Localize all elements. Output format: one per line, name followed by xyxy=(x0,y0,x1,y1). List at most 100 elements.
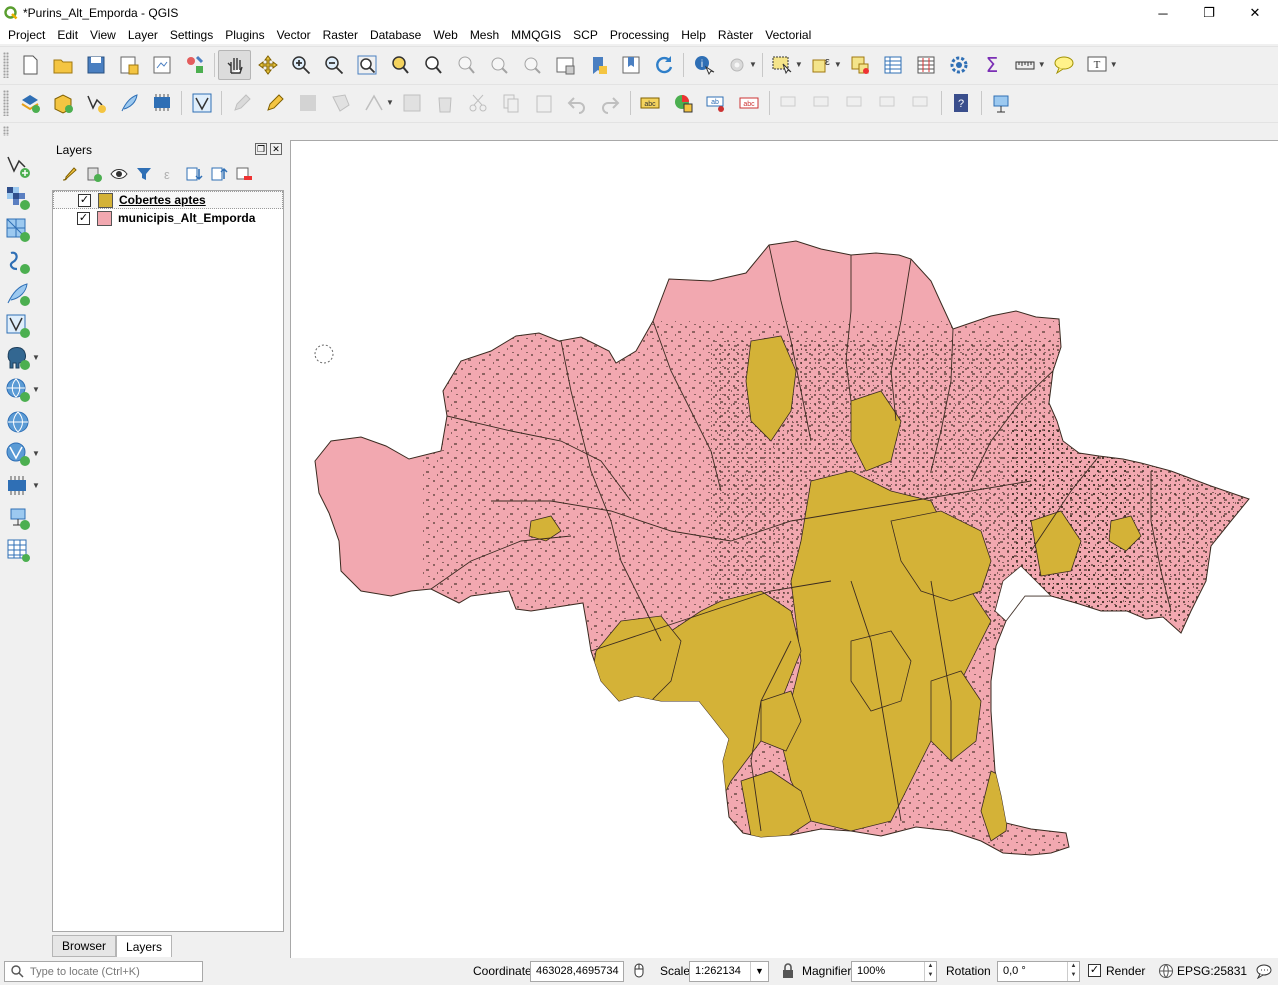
add-postgis-button[interactable]: ▼ xyxy=(0,342,40,374)
chevron-down-icon[interactable]: ▼ xyxy=(32,353,40,362)
layer-item-municipis[interactable]: ✓ municipis_Alt_Emporda xyxy=(53,209,283,227)
menu-vectorial[interactable]: Vectorial xyxy=(759,26,817,44)
current-edits-button[interactable] xyxy=(225,88,258,118)
change-label-button[interactable] xyxy=(839,88,872,118)
rotation-spinbox[interactable]: 0,0 ° ▲ ▼ xyxy=(997,961,1080,982)
add-spatialite-button[interactable] xyxy=(0,278,38,310)
menu-help[interactable]: Help xyxy=(675,26,712,44)
select-by-expression-button[interactable]: ε xyxy=(805,50,838,80)
paste-features-button[interactable] xyxy=(528,88,561,118)
plugin-tool-button[interactable] xyxy=(985,88,1018,118)
magnifier-spinbox[interactable]: 100% ▲ ▼ xyxy=(851,961,937,982)
menu-project[interactable]: Project xyxy=(2,26,51,44)
copy-features-button[interactable] xyxy=(495,88,528,118)
tab-browser[interactable]: Browser xyxy=(52,935,117,957)
unpin-label-button[interactable] xyxy=(905,88,938,118)
map-canvas[interactable] xyxy=(290,140,1278,958)
refresh-button[interactable] xyxy=(647,50,680,80)
measure-line-button[interactable] xyxy=(1009,50,1042,80)
add-wcs-button[interactable] xyxy=(0,406,38,438)
add-feature-button[interactable] xyxy=(324,88,357,118)
expand-all-button[interactable] xyxy=(181,162,206,186)
show-hide-labels-button[interactable]: abc xyxy=(733,88,766,118)
statistical-summary-button[interactable]: Σ xyxy=(976,50,1009,80)
coordinate-field[interactable]: 463028,4695734 xyxy=(530,961,624,982)
new-spatialite-button[interactable] xyxy=(112,88,145,118)
toolbar-grip[interactable] xyxy=(3,89,9,116)
layer-visibility-checkbox[interactable]: ✓ xyxy=(77,211,90,225)
add-wms-tile-button[interactable] xyxy=(0,502,38,534)
show-bookmarks-button[interactable] xyxy=(614,50,647,80)
new-virtual-layer-button[interactable] xyxy=(185,88,218,118)
actions-button[interactable] xyxy=(720,50,753,80)
close-button[interactable]: ✕ xyxy=(1232,0,1278,26)
spin-arrows[interactable]: ▲ ▼ xyxy=(924,962,936,981)
text-annotation-button[interactable]: T xyxy=(1081,50,1114,80)
attribute-table-button[interactable] xyxy=(877,50,910,80)
scale-combobox[interactable]: 1:262134 ▼ xyxy=(689,961,769,982)
tab-layers[interactable]: Layers xyxy=(116,935,173,957)
vertex-tool-button[interactable] xyxy=(357,88,390,118)
processing-toolbox-button[interactable] xyxy=(943,50,976,80)
render-checkbox[interactable]: ✓ xyxy=(1088,964,1101,977)
new-shapefile-button[interactable] xyxy=(79,88,112,118)
layer-item-cobertes-aptes[interactable]: ✓ Cobertes aptes xyxy=(53,191,283,209)
layer-symbol-swatch[interactable] xyxy=(98,192,113,208)
menu-raster-ca[interactable]: Ràster xyxy=(712,26,759,44)
save-as-button[interactable] xyxy=(112,50,145,80)
new-project-button[interactable] xyxy=(13,50,46,80)
new-geopackage-button[interactable] xyxy=(46,88,79,118)
print-layout-button[interactable] xyxy=(145,50,178,80)
zoom-out-button[interactable] xyxy=(317,50,350,80)
zoom-to-layer-button[interactable] xyxy=(416,50,449,80)
add-group-button[interactable] xyxy=(81,162,106,186)
lock-scale-icon[interactable] xyxy=(780,963,796,979)
help-contents-button[interactable]: ? xyxy=(945,88,978,118)
chevron-down-icon[interactable]: ▼ xyxy=(32,385,40,394)
menu-vector[interactable]: Vector xyxy=(271,26,317,44)
deselect-all-button[interactable] xyxy=(844,50,877,80)
filter-by-expression-button[interactable]: ε xyxy=(156,162,181,186)
add-virtual-layer-button[interactable] xyxy=(0,310,38,342)
label-props-button[interactable] xyxy=(872,88,905,118)
new-bookmark-button[interactable] xyxy=(581,50,614,80)
pan-map-button[interactable] xyxy=(218,49,251,80)
message-log-icon[interactable] xyxy=(1256,963,1272,979)
spin-arrows[interactable]: ▲ ▼ xyxy=(1067,962,1079,981)
map-tips-button[interactable] xyxy=(1048,50,1081,80)
menu-mmqgis[interactable]: MMQGIS xyxy=(505,26,567,44)
menu-web[interactable]: Web xyxy=(427,26,463,44)
menu-processing[interactable]: Processing xyxy=(604,26,675,44)
add-raster-layer-button[interactable] xyxy=(0,182,38,214)
locator-search-input[interactable]: Type to locate (Ctrl+K) xyxy=(4,961,203,982)
redo-button[interactable] xyxy=(594,88,627,118)
add-wms-button[interactable]: ▼ xyxy=(0,374,40,406)
zoom-in-button[interactable] xyxy=(284,50,317,80)
identify-button[interactable]: i xyxy=(687,50,720,80)
toolbar-grip[interactable] xyxy=(3,125,9,136)
crs-globe-icon[interactable] xyxy=(1158,963,1174,979)
zoom-full-button[interactable] xyxy=(350,50,383,80)
zoom-last-button[interactable] xyxy=(482,50,515,80)
undock-panel-button[interactable]: ❐ xyxy=(255,143,267,155)
style-panel-button[interactable] xyxy=(56,162,81,186)
add-delimited-text-button[interactable] xyxy=(0,246,38,278)
undo-button[interactable] xyxy=(561,88,594,118)
cut-features-button[interactable] xyxy=(462,88,495,118)
menu-raster[interactable]: Raster xyxy=(317,26,364,44)
remove-layer-button[interactable] xyxy=(231,162,256,186)
menu-edit[interactable]: Edit xyxy=(51,26,84,44)
pin-labels-button[interactable]: ab xyxy=(700,88,733,118)
collapse-all-button[interactable] xyxy=(206,162,231,186)
move-label-button[interactable] xyxy=(773,88,806,118)
field-calculator-button[interactable] xyxy=(910,50,943,80)
new-temporary-layer-button[interactable] xyxy=(145,88,178,118)
toolbar-grip[interactable] xyxy=(3,51,9,78)
save-edits-button[interactable] xyxy=(291,88,324,118)
menu-settings[interactable]: Settings xyxy=(164,26,219,44)
pan-to-selection-button[interactable] xyxy=(251,50,284,80)
add-table-button[interactable] xyxy=(0,534,38,566)
manage-map-themes-button[interactable] xyxy=(106,162,131,186)
delete-selected-button[interactable] xyxy=(429,88,462,118)
layer-symbol-swatch[interactable] xyxy=(97,210,112,226)
